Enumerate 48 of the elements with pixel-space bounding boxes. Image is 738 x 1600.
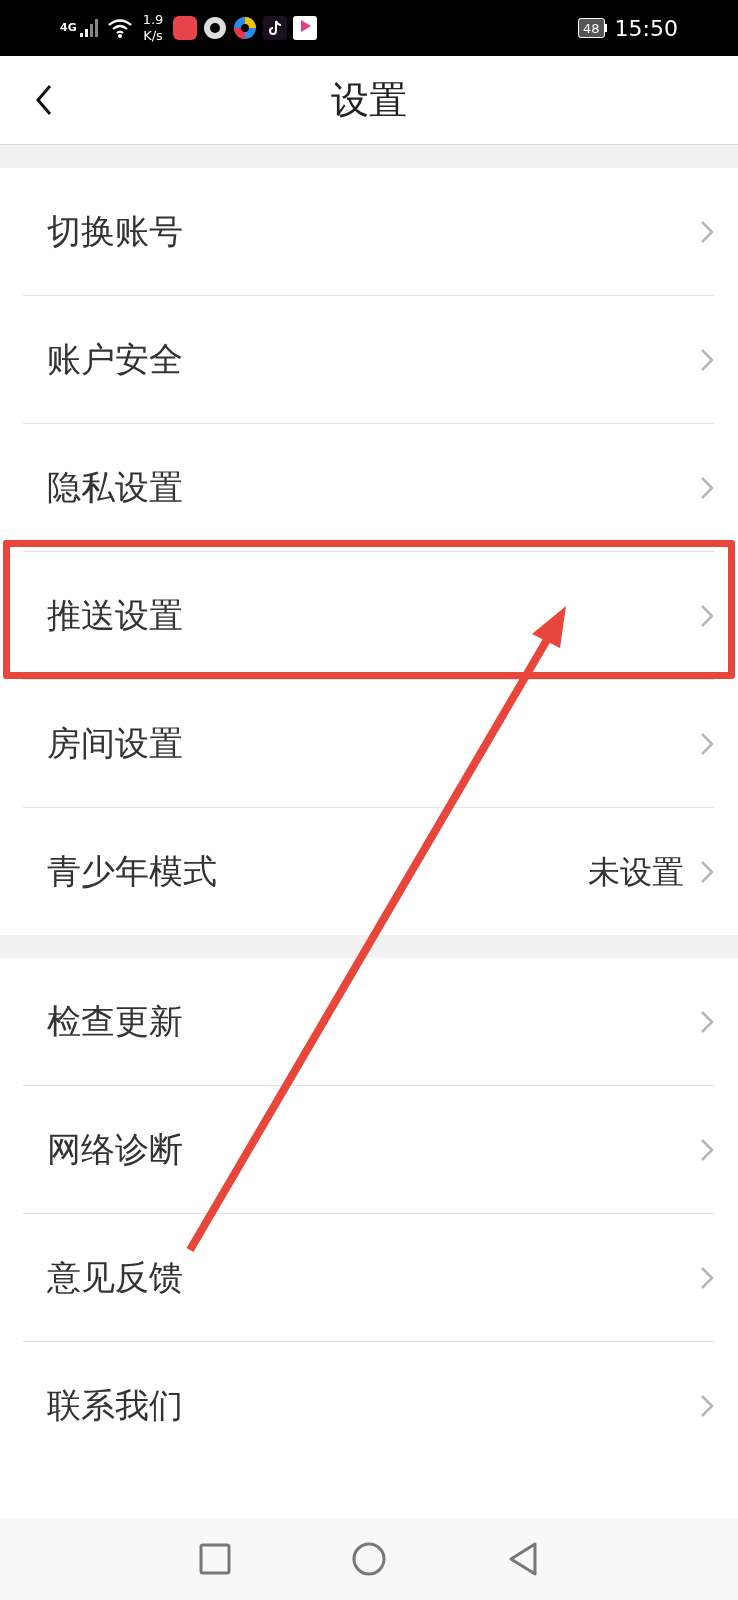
chevron-right-icon xyxy=(700,1265,714,1290)
app-icon xyxy=(173,16,198,40)
chevron-right-icon xyxy=(700,731,714,756)
app-icon xyxy=(263,16,288,40)
speed-unit: K/s xyxy=(143,28,163,44)
settings-row[interactable]: 切换账号 xyxy=(0,168,738,295)
settings-row[interactable]: 房间设置 xyxy=(0,680,738,807)
recent-apps-icon[interactable] xyxy=(199,1543,231,1575)
signal-icon xyxy=(78,18,101,38)
row-label: 青少年模式 xyxy=(47,850,218,893)
page-title: 设置 xyxy=(331,76,407,124)
chevron-right-icon xyxy=(700,603,714,628)
app-icon xyxy=(203,16,228,40)
settings-row[interactable]: 意见反馈 xyxy=(0,1214,738,1341)
chevron-right-icon xyxy=(700,475,714,500)
settings-row[interactable]: 账户安全 xyxy=(0,296,738,423)
chevron-right-icon xyxy=(700,219,714,244)
settings-row[interactable]: 隐私设置 xyxy=(0,424,738,551)
settings-row[interactable]: 网络诊断 xyxy=(0,1086,738,1213)
chevron-right-icon xyxy=(700,347,714,372)
settings-row[interactable]: 检查更新 xyxy=(0,958,738,1085)
speed-value: 1.9 xyxy=(142,12,164,28)
wifi-icon xyxy=(106,18,133,38)
row-value: 未设置 xyxy=(588,851,684,893)
row-label: 联系我们 xyxy=(47,1384,184,1427)
settings-row[interactable]: 青少年模式 未设置 xyxy=(0,808,738,935)
row-label: 账户安全 xyxy=(47,338,184,381)
chevron-right-icon xyxy=(700,859,714,884)
row-label: 切换账号 xyxy=(47,210,184,253)
chevron-right-icon xyxy=(700,1009,714,1034)
home-icon[interactable] xyxy=(351,1541,387,1577)
app-icon xyxy=(233,16,258,40)
row-label: 推送设置 xyxy=(47,594,184,637)
chevron-right-icon xyxy=(700,1393,714,1418)
app-icon xyxy=(293,16,318,40)
battery-level: 48 xyxy=(583,21,600,35)
network-type: 4G xyxy=(60,19,77,36)
row-label: 网络诊断 xyxy=(47,1128,184,1171)
chevron-right-icon xyxy=(700,1137,714,1162)
row-label: 意见反馈 xyxy=(47,1256,184,1299)
row-label: 检查更新 xyxy=(47,1000,184,1043)
row-label: 隐私设置 xyxy=(47,466,184,509)
settings-row[interactable]: 联系我们 xyxy=(0,1342,738,1469)
back-icon[interactable] xyxy=(34,84,54,116)
settings-row[interactable]: 推送设置 xyxy=(0,552,738,679)
back-triangle-icon[interactable] xyxy=(507,1541,539,1577)
row-label: 房间设置 xyxy=(47,722,184,765)
clock-time: 15:50 xyxy=(614,14,678,43)
